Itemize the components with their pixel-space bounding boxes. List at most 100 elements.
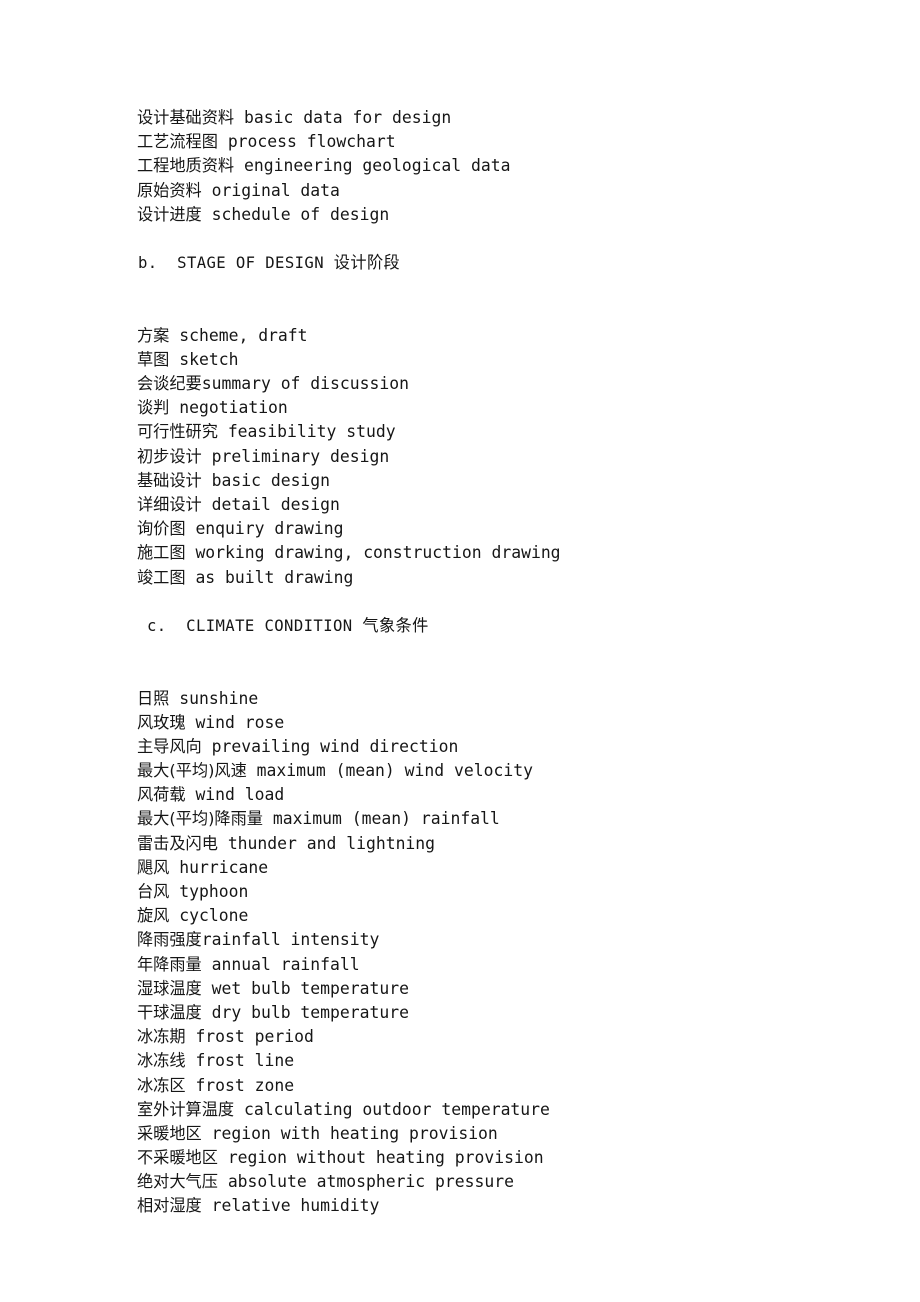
entry-gap [202,1003,212,1022]
entry-term-cjk: 主导风向 [137,736,202,756]
section-heading: c. CLIMATE CONDITION 气象条件 [137,614,877,638]
entry-term-en: wind rose [195,712,285,732]
glossary-entry: 竣工图 as built drawing [137,566,877,590]
entry-term-cjk: 初步设计 [137,446,202,466]
entry-gap [202,1124,212,1143]
entry-gap [218,422,228,441]
entry-gap [202,1196,212,1215]
glossary-entry: 年降雨量 annual rainfall [137,953,877,977]
entry-gap [169,858,179,877]
entry-term-en: engineering geological data [244,156,511,176]
entry-gap [202,471,212,490]
glossary-entry: 设计基础资料 basic data for design [137,106,877,130]
entry-gap [186,519,196,538]
entry-gap [169,906,179,925]
entry-term-en: basic data for design [244,108,452,127]
section-title-en: STAGE OF DESIGN [177,254,324,273]
entry-term-en: scheme, draft [179,325,308,345]
entry-term-cjk: 可行性研究 [137,422,218,442]
glossary-entry: 草图 sketch [137,348,877,372]
entry-term-en: sunshine [179,688,259,708]
entry-gap [234,156,244,175]
entry-term-en: frost line [195,1051,295,1071]
entry-gap [186,1076,196,1095]
glossary-entry: 采暖地区 region with heating provision [137,1122,877,1146]
entry-term-cjk: 设计进度 [137,204,202,224]
section-spacer [324,254,334,272]
entry-term-cjk: 干球温度 [137,1002,202,1022]
section-title-en: CLIMATE CONDITION [186,616,353,635]
glossary-entry: 冰冻区 frost zone [137,1074,877,1098]
entry-gap [169,882,179,901]
entry-gap [263,809,273,828]
entry-gap [169,350,179,369]
entry-gap [169,689,179,708]
entry-term-en: region with heating provision [211,1123,498,1143]
glossary-entry: 台风 typhoon [137,880,877,904]
entry-term-en: wind load [195,785,285,805]
entry-term-en: as built drawing [195,567,354,587]
entry-term-en: prevailing wind direction [211,736,459,756]
document-text-body: 设计基础资料 basic data for design 工艺流程图 proces… [137,106,877,1219]
entry-term-cjk: 方案 [137,325,170,345]
entry-term-en: hurricane [179,857,269,877]
document-page: 设计基础资料 basic data for design 工艺流程图 proces… [0,0,920,1302]
entry-term-en: annual rainfall [211,954,360,974]
entry-gap [202,495,212,514]
entry-term-cjk: 雷击及闪电 [137,833,218,853]
entry-gap [202,205,212,224]
entry-term-cjk: 室外计算温度 [137,1099,235,1119]
entry-term-en: summary of discussion [201,374,409,394]
section-heading: b. STAGE OF DESIGN 设计阶段 [137,251,877,275]
entry-term-en: frost zone [195,1075,295,1095]
glossary-entry: 最大(平均)降雨量 maximum (mean) rainfall [137,807,877,831]
glossary-entry: 绝对大气压 absolute atmospheric pressure [137,1170,877,1194]
glossary-entry: 询价图 enquiry drawing [137,517,877,541]
entry-gap [234,1100,244,1119]
entry-term-cjk: 风玫瑰 [137,712,186,732]
entry-gap [218,132,228,151]
entry-gap [234,108,244,127]
entry-gap [169,326,179,345]
entry-term-cjk: 最大(平均)风速 [137,761,247,781]
glossary-entry: 冰冻期 frost period [137,1025,877,1049]
glossary-entry: 工程地质资料 engineering geological data [137,154,877,178]
entry-term-cjk: 相对湿度 [137,1196,202,1216]
glossary-entry: 详细设计 detail design [137,493,877,517]
entry-term-cjk: 日照 [137,688,170,708]
entry-term-en: maximum (mean) wind velocity [256,761,533,781]
entry-term-en: region without heating provision [227,1148,544,1168]
glossary-entry: 湿球温度 wet bulb temperature [137,977,877,1001]
entry-gap [218,834,228,853]
entry-term-en: detail design [211,495,340,514]
section-title-cjk: 设计阶段 [333,253,401,273]
entry-gap [247,761,257,780]
entry-term-cjk: 最大(平均)降雨量 [137,809,263,829]
glossary-entry: 原始资料 original data [137,179,877,203]
entry-term-en: original data [211,180,340,200]
entry-gap [202,955,212,974]
entry-term-cjk: 飓风 [137,857,170,877]
entry-term-en: negotiation [179,398,288,418]
glossary-entry: 基础设计 basic design [137,469,877,493]
section-spacer [167,617,187,635]
glossary-entry: 室外计算温度 calculating outdoor temperature [137,1098,877,1122]
entry-term-cjk: 草图 [137,349,170,369]
glossary-entry: 风荷载 wind load [137,783,877,807]
entry-term-cjk: 详细设计 [137,495,202,514]
entry-term-en: absolute atmospheric pressure [227,1172,514,1192]
entry-gap [186,1027,196,1046]
entry-term-cjk: 不采暖地区 [137,1148,218,1168]
entry-term-en: feasibility study [227,422,396,442]
entry-term-cjk: 湿球温度 [137,978,202,998]
entry-term-en: basic design [211,470,331,490]
entry-term-en: thunder and lightning [227,833,436,853]
entry-term-cjk: 年降雨量 [137,954,202,974]
entry-term-en: relative humidity [211,1196,380,1216]
entry-term-cjk: 降雨强度 [137,930,202,950]
entry-gap [202,737,212,756]
